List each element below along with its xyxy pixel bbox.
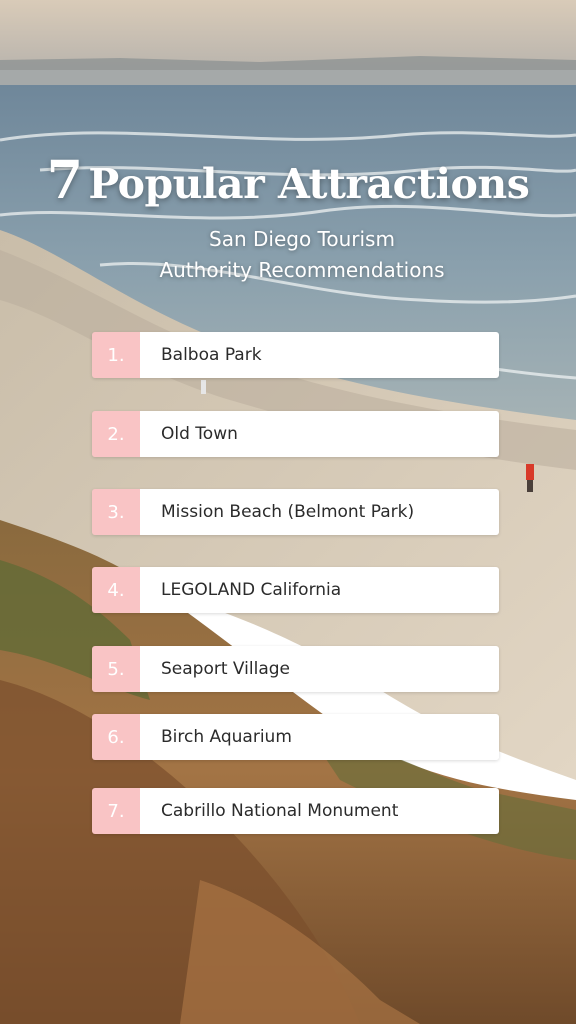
list-item: 4. LEGOLAND California [92,567,499,613]
title-number: 7 [46,150,83,211]
attraction-name: Old Town [140,411,499,457]
rank-badge: 7. [92,788,140,834]
rank-badge: 2. [92,411,140,457]
attraction-name: Cabrillo National Monument [140,788,499,834]
attraction-name: Seaport Village [140,646,499,692]
attraction-name: LEGOLAND California [140,567,499,613]
list-item: 2. Old Town [92,411,499,457]
list-item: 6. Birch Aquarium [92,714,499,760]
attraction-name: Balboa Park [140,332,499,378]
attraction-name: Birch Aquarium [140,714,499,760]
list-item: 7. Cabrillo National Monument [92,788,499,834]
rank-badge: 6. [92,714,140,760]
list-item: 3. Mission Beach (Belmont Park) [92,489,499,535]
rank-badge: 4. [92,567,140,613]
list-item: 5. Seaport Village [92,646,499,692]
rank-badge: 1. [92,332,140,378]
list-item: 1. Balboa Park [92,332,499,378]
rank-badge: 5. [92,646,140,692]
attractions-list: 1. Balboa Park 2. Old Town 3. Mission Be… [92,0,499,1024]
rank-badge: 3. [92,489,140,535]
attraction-name: Mission Beach (Belmont Park) [140,489,499,535]
